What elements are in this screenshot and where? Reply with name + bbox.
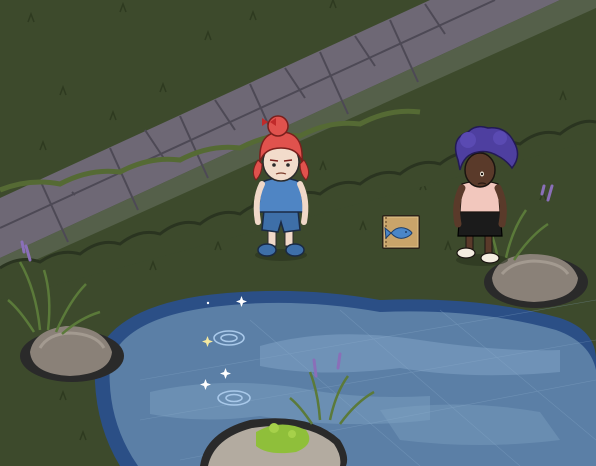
game-scene[interactable] [0, 0, 596, 466]
fishing-sign[interactable] [382, 215, 420, 249]
